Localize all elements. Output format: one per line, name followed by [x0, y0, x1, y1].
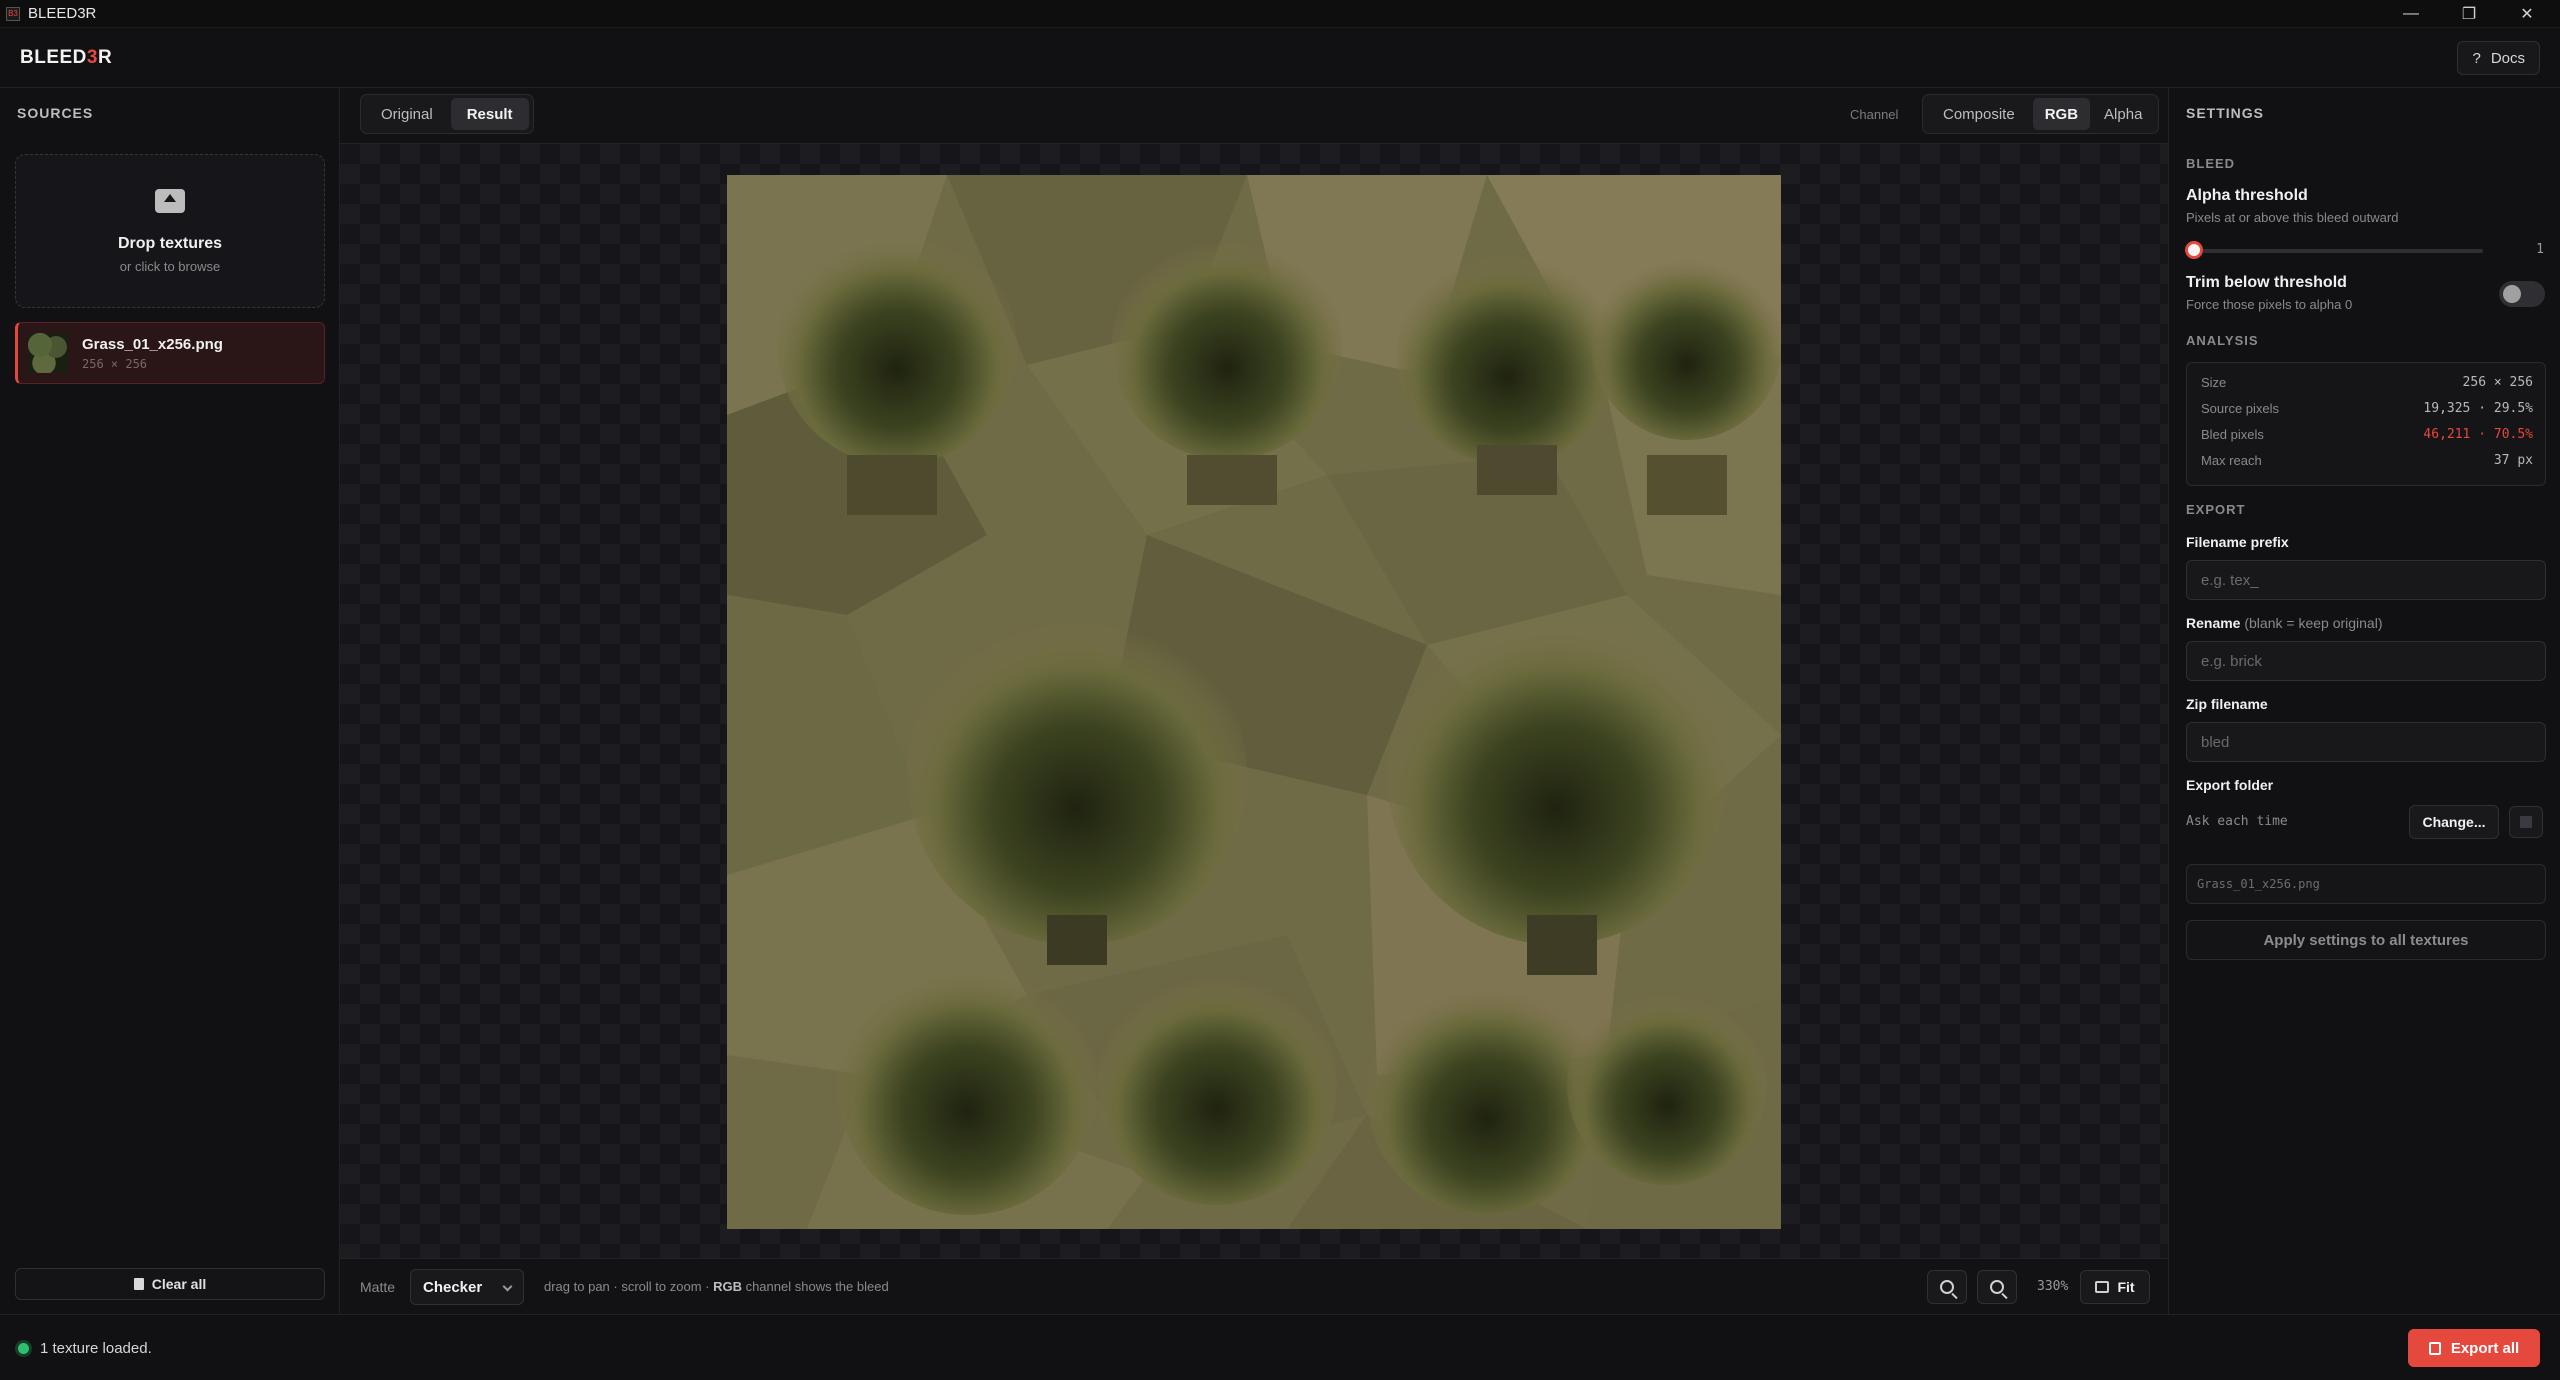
dropzone-subtitle: or click to browse: [119, 258, 221, 274]
tab-original[interactable]: Original: [365, 98, 449, 130]
channel-label: Channel: [1850, 107, 1899, 122]
file-item[interactable]: Grass_01_x256.png 256 × 256: [15, 322, 325, 384]
app-header: BLEED3R ? Docs: [0, 28, 2560, 88]
restore-icon[interactable]: ❐: [2440, 0, 2498, 28]
window-title: BLEED3R: [28, 5, 97, 22]
alpha-threshold-value: 1: [2536, 242, 2544, 257]
matte-value: Checker: [423, 1278, 483, 1296]
help-icon: ?: [2472, 49, 2481, 67]
fit-label: Fit: [2117, 1279, 2135, 1295]
zoom-out-button[interactable]: [1977, 1270, 2017, 1304]
folder-label: Export folder: [2186, 777, 2274, 793]
filename-preview: Grass_01_x256.png: [2186, 864, 2546, 904]
viewer: Original Result Channel Composite RGB Al…: [340, 88, 2168, 1314]
rename-input[interactable]: [2186, 641, 2546, 681]
zip-label: Zip filename: [2186, 696, 2268, 712]
trim-label: Trim below threshold: [2186, 274, 2347, 291]
status-text: 1 texture loaded.: [40, 1340, 152, 1357]
texture-canvas[interactable]: [340, 144, 2168, 1258]
slider-thumb[interactable]: [2185, 241, 2203, 259]
close-icon[interactable]: ✕: [2498, 0, 2556, 28]
trim-toggle[interactable]: [2499, 281, 2545, 307]
export-icon: [2428, 1341, 2441, 1355]
alpha-threshold-slider[interactable]: [2193, 249, 2483, 253]
square-icon: [2520, 816, 2532, 828]
analysis-row: Max reach 37 px: [2201, 453, 2533, 468]
zoom-in-icon: [1940, 1280, 1954, 1294]
view-tabs: Original Result: [360, 94, 534, 134]
analysis-box: Size 256 × 256 Source pixels 19,325 · 29.5…: [2186, 362, 2546, 486]
settings-title: SETTINGS: [2186, 105, 2265, 121]
trim-sub: Force those pixels to alpha 0: [2186, 297, 2353, 312]
app-logo: BLEED3R: [20, 46, 113, 68]
zoom-in-button[interactable]: [1927, 1270, 1967, 1304]
prefix-label: Filename prefix: [2186, 534, 2289, 550]
bled-texture-image: [727, 175, 1781, 1229]
sources-sidebar: SOURCES Drop textures or click to browse…: [0, 88, 340, 1314]
matte-select[interactable]: Checker: [410, 1269, 524, 1305]
channel-alpha[interactable]: Alpha: [2092, 98, 2154, 130]
analysis-row: Bled pixels 46,211 · 70.5%: [2201, 427, 2533, 442]
analysis-section-title: ANALYSIS: [2186, 333, 2259, 348]
settings-panel: SETTINGS BLEED Alpha threshold Pixels at…: [2168, 88, 2560, 1314]
apply-all-button[interactable]: Apply settings to all textures: [2186, 920, 2546, 960]
clear-all-button[interactable]: Clear all: [15, 1268, 325, 1300]
export-all-label: Export all: [2450, 1339, 2520, 1357]
docs-label: Docs: [2490, 49, 2525, 67]
minimize-icon[interactable]: —: [2382, 0, 2440, 28]
file-thumbnail: [28, 333, 68, 373]
zip-input[interactable]: [2186, 722, 2546, 762]
title-bar: B3 BLEED3R — ❐ ✕: [0, 0, 2560, 28]
status-bar: 1 texture loaded. Export all: [0, 1314, 2560, 1380]
fit-icon: [2095, 1281, 2110, 1293]
rename-label: Rename (blank = keep original): [2186, 615, 2383, 631]
viewer-toolbar: Original Result Channel Composite RGB Al…: [340, 88, 2168, 144]
fit-button[interactable]: Fit: [2080, 1270, 2150, 1304]
texture-preview: [727, 175, 1781, 1229]
analysis-row: Size 256 × 256: [2201, 375, 2533, 390]
app-icon: B3: [6, 6, 20, 21]
bleed-section-title: BLEED: [2186, 156, 2236, 171]
clear-all-label: Clear all: [151, 1276, 207, 1292]
docs-button[interactable]: ? Docs: [2457, 41, 2540, 75]
upload-icon: [155, 188, 185, 213]
channel-selector: Composite RGB Alpha: [1922, 94, 2160, 134]
export-all-button[interactable]: Export all: [2408, 1329, 2540, 1367]
trash-icon: [133, 1278, 144, 1290]
zoom-level: 330%: [2037, 1279, 2069, 1294]
tab-result[interactable]: Result: [450, 98, 529, 130]
channel-rgb[interactable]: RGB: [2032, 98, 2091, 130]
sources-title: SOURCES: [17, 105, 94, 121]
dropzone-title: Drop textures: [117, 234, 223, 252]
change-folder-button[interactable]: Change...: [2409, 805, 2499, 839]
dropzone[interactable]: Drop textures or click to browse: [15, 154, 325, 308]
channel-composite[interactable]: Composite: [1927, 98, 2031, 130]
matte-label: Matte: [360, 1279, 396, 1295]
viewer-footer: Matte Checker drag to pan · scroll to zo…: [340, 1258, 2168, 1314]
prefix-input[interactable]: [2186, 560, 2546, 600]
folder-value: Ask each time: [2186, 814, 2288, 829]
folder-clear-button[interactable]: [2509, 806, 2543, 838]
alpha-threshold-label: Alpha threshold: [2186, 187, 2308, 204]
analysis-row: Source pixels 19,325 · 29.5%: [2201, 401, 2533, 416]
export-section-title: EXPORT: [2186, 502, 2246, 517]
zoom-out-icon: [1990, 1280, 2004, 1294]
file-size: 256 × 256: [82, 356, 148, 371]
chevron-down-icon: [502, 1281, 513, 1292]
status-dot-icon: [18, 1343, 29, 1354]
alpha-threshold-sub: Pixels at or above this bleed outward: [2186, 210, 2399, 225]
viewer-hint: drag to pan · scroll to zoom · RGB chann…: [544, 1279, 889, 1294]
file-name: Grass_01_x256.png: [82, 335, 223, 353]
